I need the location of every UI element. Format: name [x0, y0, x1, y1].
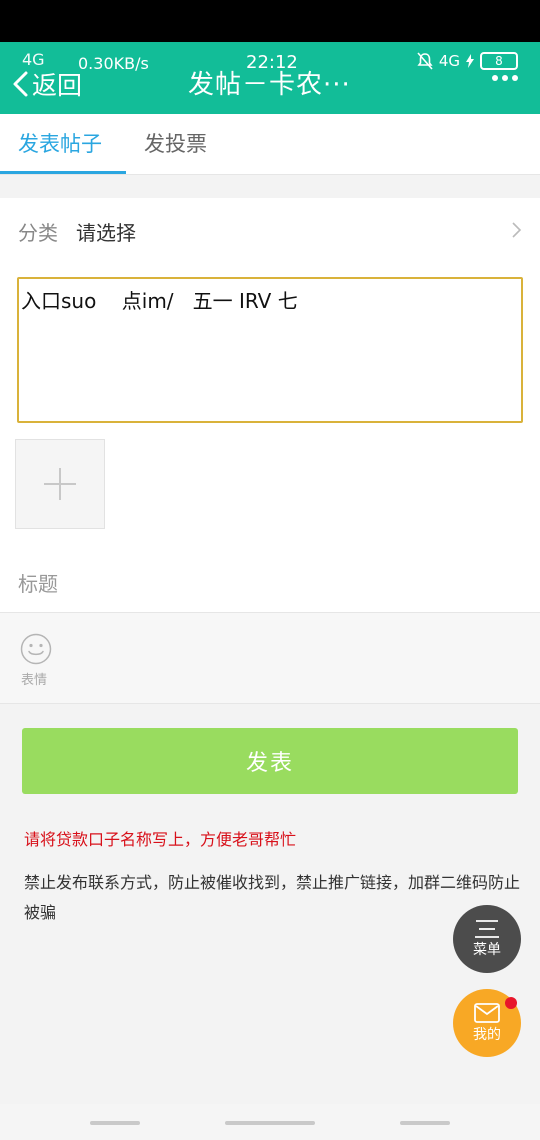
header-bar: 4G 0.30KB/s 22:12 4G 8 返回 发帖－卡农···: [0, 42, 540, 114]
status-speed: 0.30KB/s: [78, 54, 149, 73]
notification-dot: [505, 997, 517, 1009]
content-section: 入口suo 点im/ 五一 IRV 七: [0, 262, 540, 549]
notice-rules: 禁止发布联系方式，防止被催收找到，禁止推广链接，加群二维码防止被骗: [24, 873, 521, 922]
content-text: 入口suo 点im/ 五一 IRV 七: [21, 289, 298, 313]
page-title: 发帖－卡农···: [188, 70, 351, 100]
category-label: 分类: [18, 221, 58, 245]
menu-fab-button[interactable]: 菜单: [453, 905, 521, 973]
notice-warning: 请将贷款口子名称写上，方便老哥帮忙: [24, 830, 297, 849]
emoji-label: 表情: [21, 673, 48, 688]
category-value: 请选择: [76, 221, 136, 245]
back-label: 返回: [32, 71, 83, 100]
tab-bar: 发表帖子 发投票: [0, 114, 540, 175]
tab-vote[interactable]: 发投票: [144, 114, 207, 174]
status-bar-background: [0, 0, 540, 42]
tab-active-indicator: [0, 171, 126, 174]
charging-icon: [466, 54, 474, 68]
system-nav-bar: [0, 1104, 540, 1140]
add-image-button[interactable]: [15, 439, 105, 529]
bell-muted-icon: [417, 52, 433, 70]
chevron-left-icon: [13, 71, 28, 97]
smiley-icon[interactable]: [20, 633, 52, 665]
content-textarea[interactable]: 入口suo 点im/ 五一 IRV 七: [17, 277, 523, 423]
chevron-right-icon: [512, 222, 522, 238]
status-network-right: 4G: [438, 52, 460, 70]
plus-icon: [44, 468, 76, 500]
title-input[interactable]: 标题: [0, 548, 540, 613]
publish-button[interactable]: 发表: [22, 728, 518, 794]
more-dots-icon: [492, 75, 498, 81]
more-menu-button[interactable]: [492, 75, 518, 81]
nav-home-handle[interactable]: [225, 1121, 315, 1125]
toolbar: 表情: [0, 613, 540, 704]
category-selector[interactable]: 分类 请选择: [0, 198, 540, 263]
mail-icon: [474, 1003, 500, 1023]
menu-fab-label: 菜单: [473, 942, 501, 958]
menu-lines-icon: [475, 920, 499, 938]
mine-fab-label: 我的: [473, 1027, 501, 1043]
tab-post[interactable]: 发表帖子: [18, 114, 102, 174]
more-dot: [502, 75, 508, 81]
more-dot: [512, 75, 518, 81]
battery-icon: 8: [480, 52, 518, 70]
title-placeholder: 标题: [18, 572, 58, 596]
nav-back-handle[interactable]: [400, 1121, 450, 1125]
mine-fab-button[interactable]: 我的: [453, 989, 521, 1057]
back-button[interactable]: 返回: [10, 66, 82, 102]
nav-menu-handle[interactable]: [90, 1121, 140, 1125]
status-indicators: 4G 8: [417, 52, 518, 70]
